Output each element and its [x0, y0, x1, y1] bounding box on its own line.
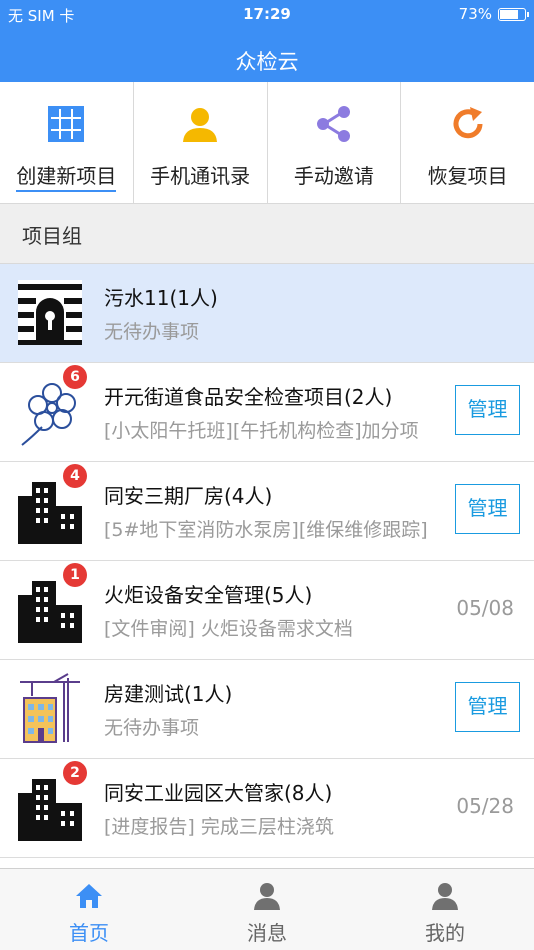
refresh-icon [453, 107, 483, 139]
list-item[interactable]: 污水11(1人) 无待办事项 [0, 264, 534, 363]
list-item[interactable]: 1 火炬设备安全管理(5人) [文件审阅] 火炬设备需求文档 05/08 [0, 561, 534, 660]
contact-person-icon [183, 108, 218, 142]
unread-badge: 4 [63, 464, 87, 488]
project-todo: [小太阳午托班][午托机构检查]加分项 [104, 420, 419, 442]
unread-badge: 6 [63, 365, 87, 389]
restore-project-label: 恢复项目 [427, 164, 508, 188]
project-name: 房建测试(1人) [104, 682, 233, 706]
project-todo: 无待办事项 [104, 717, 200, 739]
manage-button[interactable]: 管理 [455, 385, 520, 435]
project-name: 同安三期厂房(4人) [104, 484, 273, 508]
project-todo: [进度报告] 完成三层柱浇筑 [104, 816, 334, 838]
project-todo: 无待办事项 [104, 321, 200, 343]
tab-messages[interactable]: 消息 [178, 869, 356, 950]
manage-button[interactable]: 管理 [455, 682, 520, 732]
bottom-tab-bar: 首页 消息 我的 [0, 868, 534, 950]
project-name: 同安工业园区大管家(8人) [104, 781, 333, 805]
action-toolbar: 创建新项目 手机通讯录 手动邀请 恢复项目 [0, 82, 534, 204]
unread-badge: 1 [63, 563, 87, 587]
person-icon [432, 883, 458, 910]
manual-invite-button[interactable]: 手动邀请 [268, 82, 402, 203]
list-item[interactable]: 房建测试(1人) 无待办事项 管理 [0, 660, 534, 759]
battery-icon [498, 7, 529, 21]
create-project-button[interactable]: 创建新项目 [0, 82, 134, 203]
grid-icon [48, 106, 85, 142]
project-name: 火炬设备安全管理(5人) [104, 583, 313, 607]
app-header: 无 SIM 卡 17:29 73% 众检云 [0, 0, 534, 82]
sewer-icon [18, 280, 82, 345]
unread-badge: 2 [63, 761, 87, 785]
status-right: 73% [458, 5, 529, 23]
create-project-label: 创建新项目 [16, 164, 117, 192]
battery-percent: 73% [458, 5, 492, 23]
tab-home[interactable]: 首页 [0, 869, 178, 950]
list-item[interactable]: 6 开元街道食品安全检查项目(2人) [小太阳午托班][午托机构检查]加分项 管… [0, 363, 534, 462]
page-title: 众检云 [235, 50, 299, 74]
share-icon [316, 106, 350, 142]
manual-invite-label: 手动邀请 [293, 164, 374, 188]
list-item[interactable]: 2 同安工业园区大管家(8人) [进度报告] 完成三层柱浇筑 05/28 [0, 759, 534, 858]
restore-project-button[interactable]: 恢复项目 [401, 82, 534, 203]
project-todo: [5#地下室消防水泵房][维保维修跟踪] [104, 519, 428, 541]
status-bar: 无 SIM 卡 17:29 73% [0, 0, 534, 30]
project-todo: [文件审阅] 火炬设备需求文档 [104, 618, 353, 640]
project-list: 污水11(1人) 无待办事项 6 开元街道食品安全检查项目(2人) [小太阳午托… [0, 264, 534, 858]
section-title: 项目组 [22, 224, 82, 248]
phone-contacts-button[interactable]: 手机通讯录 [134, 82, 268, 203]
tab-mine-label: 我的 [425, 921, 465, 945]
phone-contacts-label: 手机通讯录 [150, 164, 251, 188]
last-update-date: 05/08 [456, 596, 514, 620]
manage-button[interactable]: 管理 [455, 484, 520, 534]
last-update-date: 05/28 [456, 794, 514, 818]
person-icon [254, 883, 280, 910]
clock: 17:29 [243, 5, 291, 23]
project-name: 开元街道食品安全检查项目(2人) [104, 385, 393, 409]
project-group-header: 项目组 [0, 204, 534, 264]
list-item[interactable]: 4 同安三期厂房(4人) [5#地下室消防水泵房][维保维修跟踪] 管理 [0, 462, 534, 561]
tab-messages-label: 消息 [247, 921, 287, 945]
crane-building-icon [20, 673, 80, 743]
home-icon [76, 884, 102, 908]
project-name: 污水11(1人) [104, 286, 218, 310]
tab-mine[interactable]: 我的 [356, 869, 534, 950]
tab-home-label: 首页 [69, 921, 109, 945]
